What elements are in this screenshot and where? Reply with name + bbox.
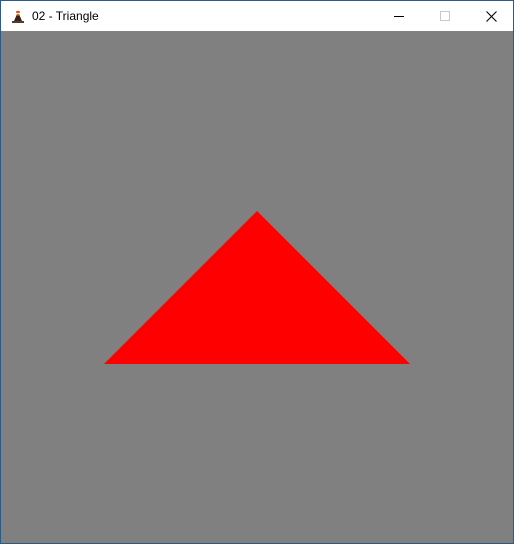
maximize-icon	[440, 11, 450, 21]
minimize-icon	[394, 11, 404, 21]
volcano-app-icon	[10, 8, 26, 24]
minimize-button[interactable]	[376, 1, 422, 31]
app-window: 02 - Triangle	[0, 0, 514, 544]
render-viewport[interactable]	[1, 31, 513, 543]
title-bar[interactable]: 02 - Triangle	[1, 1, 513, 31]
maximize-button[interactable]	[422, 1, 468, 31]
close-button[interactable]	[468, 1, 513, 31]
render-scene	[1, 31, 513, 543]
close-icon	[485, 10, 497, 22]
window-title: 02 - Triangle	[32, 9, 99, 23]
